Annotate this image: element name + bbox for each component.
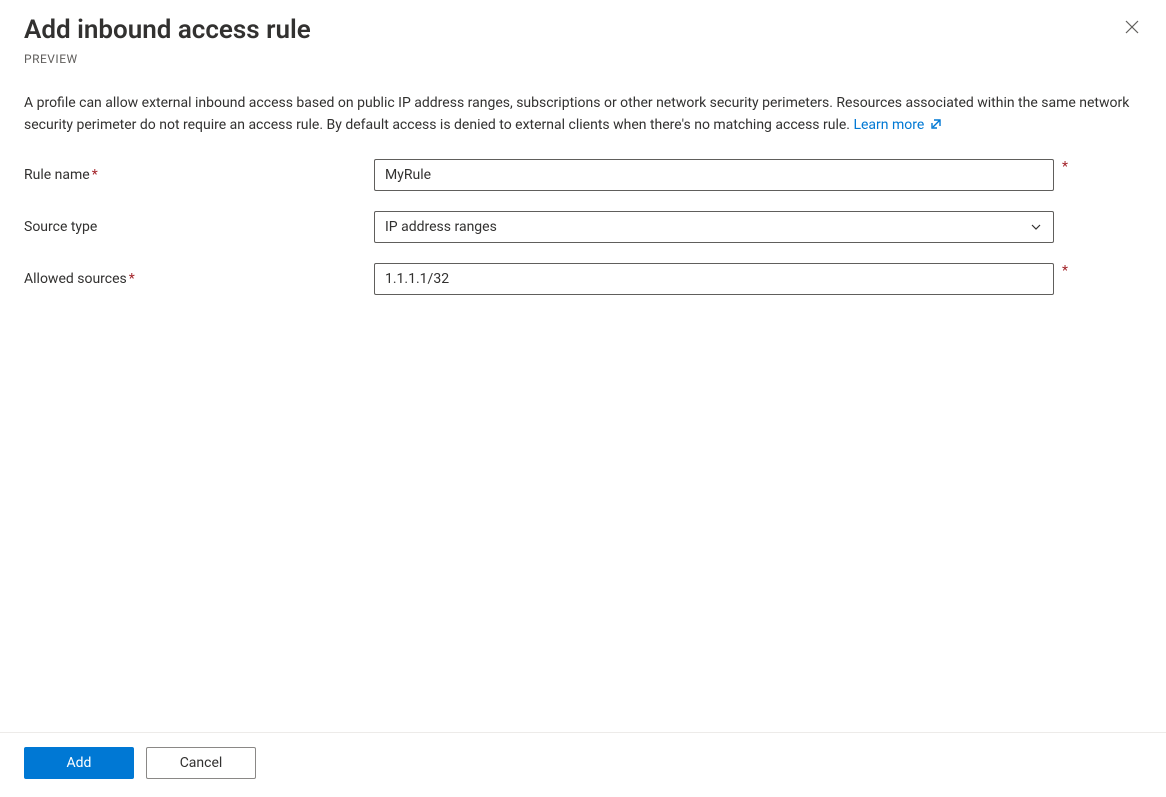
allowed-sources-row: Allowed sources* * [24, 263, 1142, 295]
source-type-select[interactable]: IP address ranges [374, 211, 1054, 243]
allowed-sources-label-text: Allowed sources [24, 271, 127, 287]
rule-name-field-wrap: * [374, 159, 1054, 191]
panel-header: Add inbound access rule PREVIEW [0, 0, 1166, 74]
panel-content: A profile can allow external inbound acc… [0, 74, 1166, 732]
cancel-button[interactable]: Cancel [146, 747, 256, 779]
learn-more-link[interactable]: Learn more [853, 117, 941, 133]
allowed-sources-field-wrap: * [374, 263, 1054, 295]
allowed-sources-label: Allowed sources* [24, 271, 374, 287]
close-icon [1124, 23, 1140, 38]
source-type-label: Source type [24, 219, 374, 235]
rule-name-input[interactable] [374, 159, 1054, 191]
panel-subtitle: PREVIEW [24, 52, 1142, 66]
description-text: A profile can allow external inbound acc… [24, 95, 1129, 133]
rule-name-label: Rule name* [24, 167, 374, 183]
source-type-row: Source type IP address ranges [24, 211, 1142, 243]
add-button[interactable]: Add [24, 747, 134, 779]
panel-footer: Add Cancel [0, 732, 1166, 797]
learn-more-text: Learn more [853, 117, 924, 133]
required-star-icon: * [1062, 263, 1068, 279]
source-type-value: IP address ranges [385, 219, 497, 235]
allowed-sources-input[interactable] [374, 263, 1054, 295]
rule-name-label-text: Rule name [24, 167, 90, 183]
source-type-field-wrap: IP address ranges [374, 211, 1054, 243]
rule-name-row: Rule name* * [24, 159, 1142, 191]
panel-title: Add inbound access rule [24, 14, 1142, 48]
panel-description: A profile can allow external inbound acc… [24, 92, 1134, 137]
close-button[interactable] [1122, 18, 1142, 38]
required-star-icon: * [92, 167, 98, 183]
external-link-icon [928, 117, 942, 133]
required-star-icon: * [1062, 159, 1068, 175]
chevron-down-icon [1029, 220, 1043, 234]
required-star-icon: * [129, 271, 135, 287]
add-inbound-rule-panel: Add inbound access rule PREVIEW A profil… [0, 0, 1166, 797]
source-type-label-text: Source type [24, 219, 97, 235]
